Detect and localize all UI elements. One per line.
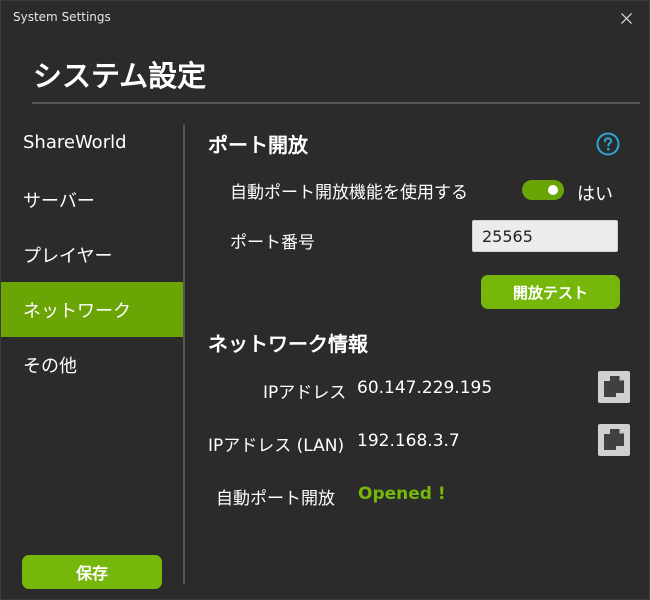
network-info-heading: ネットワーク情報	[208, 332, 368, 356]
auto-port-status-value: Opened !	[358, 484, 446, 504]
save-button[interactable]: 保存	[22, 555, 162, 589]
sidebar-item-other[interactable]: その他	[1, 337, 183, 392]
sidebar-item-label: ネットワーク	[23, 300, 131, 322]
sidebar-divider	[183, 124, 185, 584]
sidebar-item-shareworld[interactable]: ShareWorld	[1, 115, 183, 170]
close-button[interactable]	[613, 5, 639, 31]
sidebar-item-label: ShareWorld	[23, 132, 127, 153]
auto-port-status-label: 自動ポート開放	[216, 489, 335, 509]
ip-address-value: 60.147.229.195	[357, 378, 493, 398]
toggle-knob	[548, 185, 558, 195]
auto-port-toggle[interactable]	[522, 180, 564, 200]
title-divider	[32, 102, 640, 104]
port-section-heading: ポート開放	[208, 133, 308, 157]
sidebar-item-label: サーバー	[23, 190, 95, 212]
settings-window: System Settings システム設定 ShareWorld サーバー プ…	[0, 0, 650, 600]
copy-ip-button[interactable]	[598, 371, 630, 403]
open-test-button[interactable]: 開放テスト	[481, 275, 620, 309]
auto-port-toggle-state: はい	[577, 184, 613, 205]
port-number-input[interactable]	[472, 220, 618, 252]
auto-port-label: 自動ポート開放機能を使用する	[230, 183, 468, 203]
lan-ip-address-label: IPアドレス (LAN)	[208, 436, 345, 456]
copy-lan-ip-button[interactable]	[598, 424, 630, 456]
port-number-label: ポート番号	[230, 233, 315, 253]
title-bar: System Settings	[1, 1, 649, 35]
help-icon[interactable]	[596, 132, 620, 156]
sidebar-item-network[interactable]: ネットワーク	[1, 282, 183, 337]
copy-icon	[604, 429, 624, 450]
sidebar-item-label: プレイヤー	[23, 245, 113, 267]
sidebar-item-server[interactable]: サーバー	[1, 172, 183, 227]
window-title: System Settings	[13, 10, 111, 24]
copy-icon	[604, 376, 624, 397]
ip-address-label: IPアドレス	[263, 383, 347, 403]
close-icon	[620, 12, 632, 24]
lan-ip-address-value: 192.168.3.7	[357, 431, 460, 451]
sidebar: ShareWorld サーバー プレイヤー ネットワーク その他	[1, 117, 183, 392]
sidebar-item-player[interactable]: プレイヤー	[1, 227, 183, 282]
sidebar-item-label: その他	[23, 355, 77, 377]
page-title: システム設定	[33, 59, 207, 93]
